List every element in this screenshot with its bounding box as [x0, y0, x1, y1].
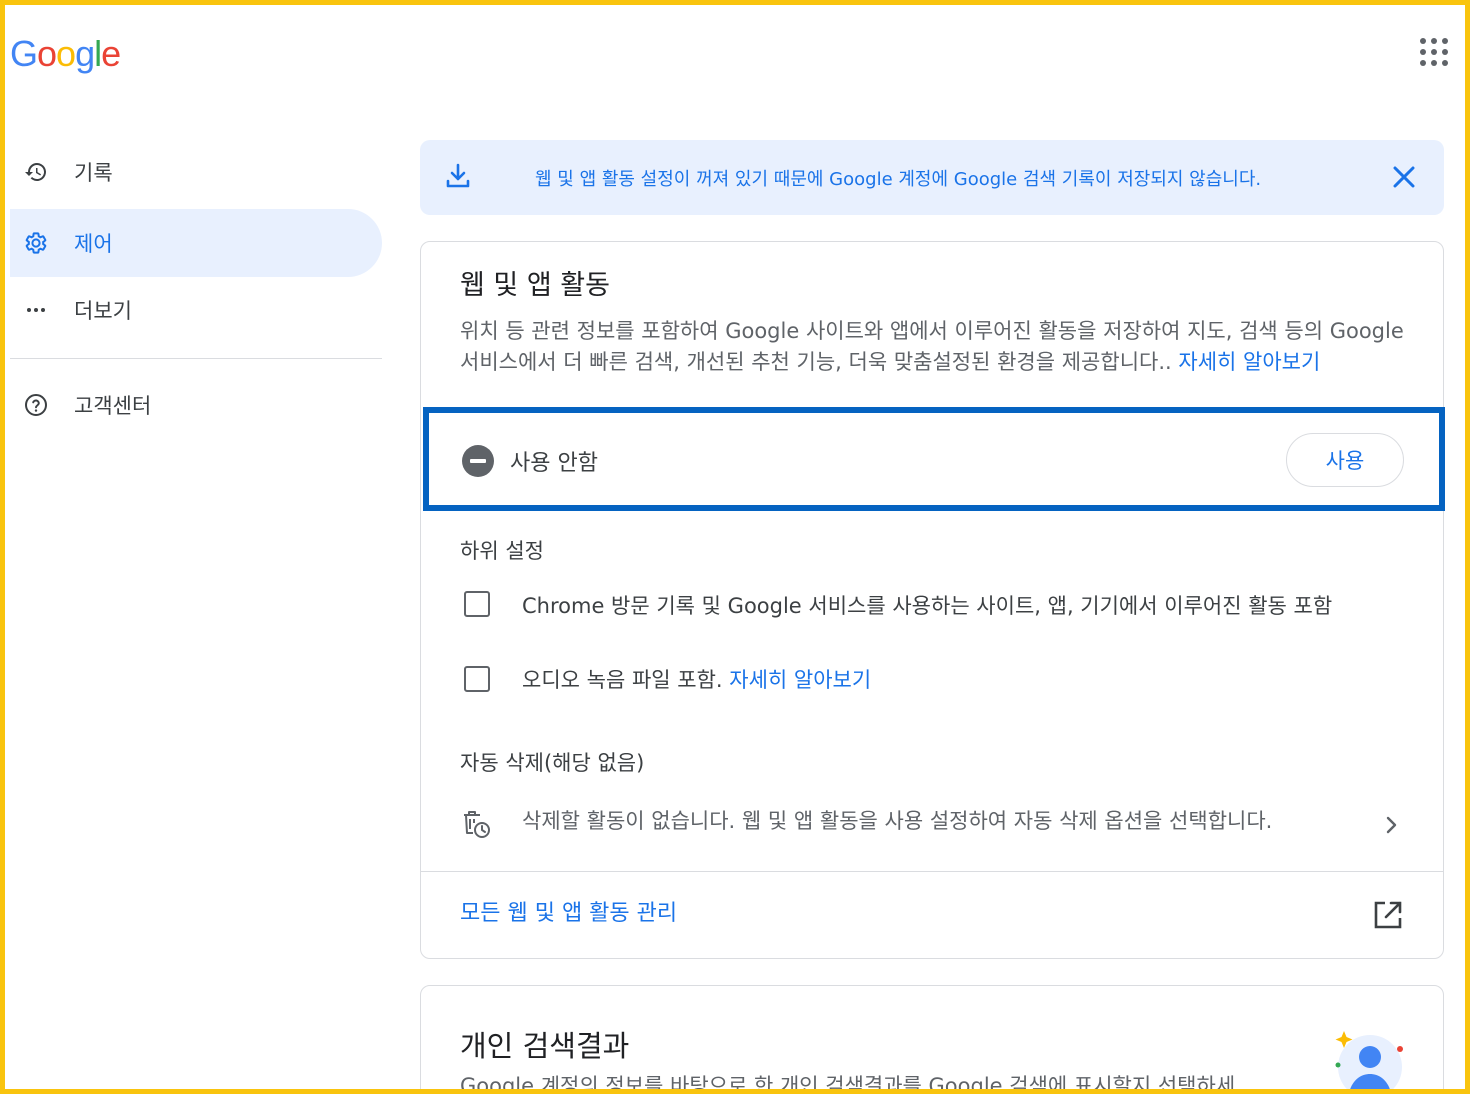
sidebar-item-more[interactable]: 더보기 [10, 276, 382, 344]
disabled-status-icon [462, 445, 494, 477]
audio-label-text: 오디오 녹음 파일 포함. [522, 668, 730, 692]
sidebar-item-controls[interactable]: 제어 [10, 209, 382, 277]
card-description: 위치 등 관련 정보를 포함하여 Google 사이트와 앱에서 이루어진 활동… [460, 316, 1410, 378]
more-horiz-icon [27, 308, 45, 312]
page-frame: Google 기록 제어 더보기 고객센터 웹 및 앱 활동 설정이 꺼져 있기… [0, 0, 1470, 1094]
logo-letter: o [56, 33, 76, 74]
gear-icon [25, 232, 47, 254]
sidebar-item-label: 더보기 [74, 299, 132, 323]
sub-settings-title: 하위 설정 [460, 539, 544, 563]
personal-results-description: Google 계정의 정보를 바탕으로 한 개인 검색결과를 Google 검색… [460, 1074, 1236, 1094]
open-in-new-icon[interactable] [1372, 899, 1404, 931]
sidebar-item-label: 기록 [74, 161, 113, 185]
audio-learn-more-link[interactable]: 자세히 알아보기 [729, 668, 871, 692]
help-icon [25, 394, 47, 416]
enable-button[interactable]: 사용 [1286, 433, 1404, 487]
sidebar-item-label: 고객센터 [74, 394, 152, 418]
card-divider [421, 871, 1443, 872]
logo-letter: e [101, 33, 121, 74]
logo-letter: g [75, 33, 95, 74]
chevron-right-icon [1386, 816, 1397, 834]
sidebar-item-label: 제어 [74, 232, 113, 256]
sidebar-item-help-center[interactable]: 고객센터 [10, 371, 382, 439]
close-icon[interactable] [1391, 164, 1417, 190]
logo-letter: o [37, 33, 57, 74]
banner-message: 웹 및 앱 활동 설정이 꺼져 있기 때문에 Google 계정에 Google… [535, 169, 1262, 190]
chrome-history-label: Chrome 방문 기록 및 Google 서비스를 사용하는 사이트, 앱, … [522, 594, 1333, 618]
logo-letter: l [94, 33, 102, 74]
audio-recordings-checkbox[interactable] [464, 666, 490, 692]
learn-more-link[interactable]: 자세히 알아보기 [1178, 350, 1320, 374]
download-icon [446, 163, 470, 188]
logo-letter: G [10, 33, 38, 74]
personal-results-illustration-icon [1335, 1031, 1403, 1089]
info-banner: 웹 및 앱 활동 설정이 꺼져 있기 때문에 Google 계정에 Google… [420, 140, 1444, 215]
card-title: 웹 및 앱 활동 [460, 270, 610, 301]
auto-delete-icon [464, 811, 490, 838]
auto-delete-row[interactable]: 삭제할 활동이 없습니다. 웹 및 앱 활동을 사용 설정하여 자동 삭제 옵션… [445, 795, 1435, 855]
history-icon [25, 163, 46, 181]
sidebar-divider [10, 358, 382, 359]
status-text: 사용 안함 [510, 451, 598, 476]
auto-delete-title: 자동 삭제(해당 없음) [460, 751, 645, 775]
google-logo[interactable]: Google [10, 33, 121, 75]
auto-delete-text: 삭제할 활동이 없습니다. 웹 및 앱 활동을 사용 설정하여 자동 삭제 옵션… [522, 809, 1273, 833]
personal-results-title: 개인 검색결과 [460, 1029, 630, 1063]
audio-recordings-label: 오디오 녹음 파일 포함. 자세히 알아보기 [522, 664, 871, 694]
manage-activity-link[interactable]: 모든 웹 및 앱 활동 관리 [460, 895, 677, 927]
chrome-history-checkbox[interactable] [464, 591, 490, 617]
sidebar-item-history[interactable]: 기록 [10, 138, 382, 206]
apps-grid-icon[interactable] [1419, 37, 1449, 67]
